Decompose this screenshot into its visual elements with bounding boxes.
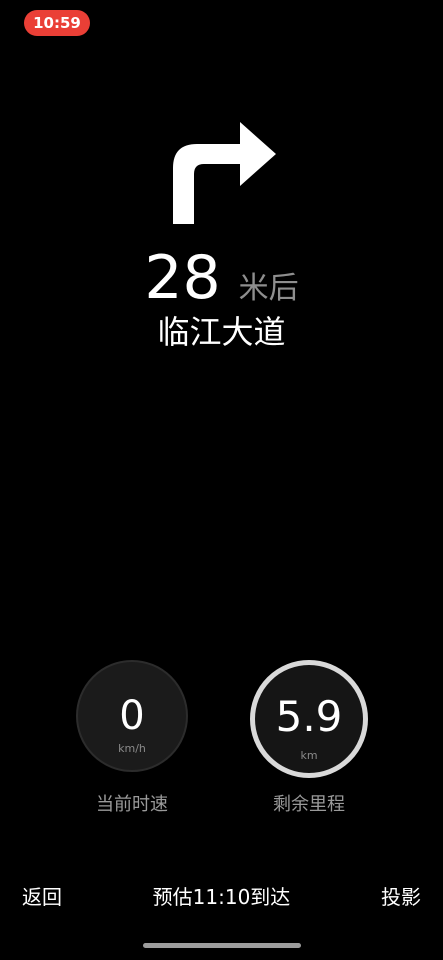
back-button[interactable]: 返回 xyxy=(22,882,62,912)
home-indicator[interactable] xyxy=(143,943,301,948)
remaining-value: 5.9 xyxy=(275,692,343,741)
remaining-distance-gauge: 5.9 km xyxy=(250,660,368,778)
remaining-label: 剩余里程 xyxy=(273,794,345,815)
remaining-unit: km xyxy=(300,749,318,762)
road-name: 临江大道 xyxy=(157,313,286,351)
project-button[interactable]: 投影 xyxy=(381,882,421,912)
distance-row: 28 米后 xyxy=(0,242,443,314)
distance-value: 28 xyxy=(144,243,221,313)
speed-value: 0 xyxy=(119,693,145,739)
status-time-pill: 10:59 xyxy=(24,10,90,36)
speed-gauge: 0 km/h xyxy=(76,660,188,772)
turn-right-arrow-icon xyxy=(173,122,276,224)
status-time: 10:59 xyxy=(33,14,81,32)
speed-label: 当前时速 xyxy=(96,794,168,815)
distance-unit: 米后 xyxy=(238,271,299,306)
eta-text: 预估11:10到达 xyxy=(152,885,291,909)
speed-unit: km/h xyxy=(118,742,146,755)
